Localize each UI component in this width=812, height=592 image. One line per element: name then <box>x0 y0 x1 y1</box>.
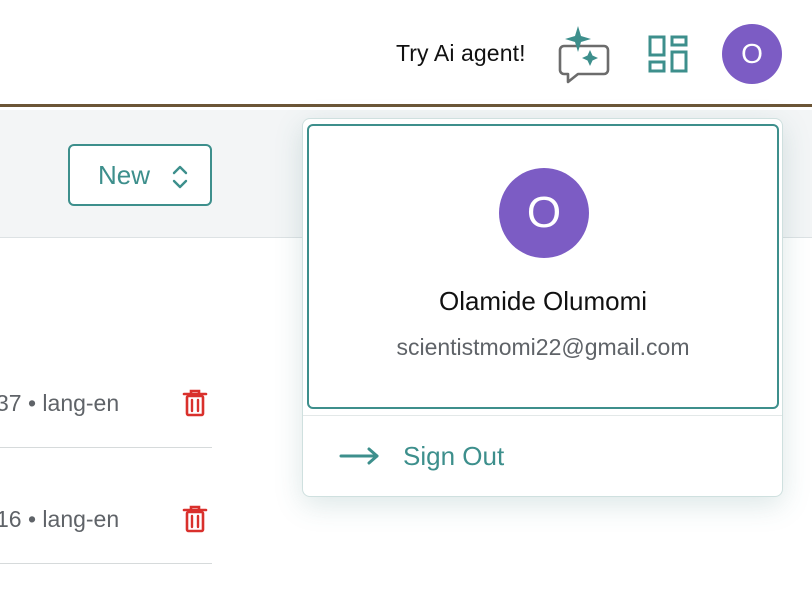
sort-select-value: New <box>98 160 151 190</box>
menu-divider <box>303 415 782 416</box>
list-item-meta: 16 • lang-en <box>0 506 120 532</box>
sort-select[interactable]: New <box>68 144 212 206</box>
profile-card: O Olamide Olumomi scientistmomi22@gmail.… <box>307 124 779 409</box>
profile-avatar: O <box>499 168 589 258</box>
trash-icon[interactable] <box>182 388 208 418</box>
try-ai-label[interactable]: Try Ai agent! <box>396 40 526 67</box>
list-item-meta: 37 • lang-en <box>0 390 120 416</box>
trash-icon[interactable] <box>182 504 208 534</box>
sign-out-label: Sign Out <box>403 441 505 471</box>
apps-grid-icon[interactable] <box>648 35 688 73</box>
profile-dropdown: O Olamide Olumomi scientistmomi22@gmail.… <box>302 118 783 497</box>
sign-out-button[interactable]: Sign Out <box>303 419 782 493</box>
profile-email: scientistmomi22@gmail.com <box>396 334 690 360</box>
profile-name: Olamide Olumomi <box>438 286 648 316</box>
ai-agent-icon[interactable] <box>556 24 612 84</box>
chevron-updown-icon <box>172 165 188 189</box>
arrow-right-icon <box>339 447 379 465</box>
top-header: Try Ai agent! O <box>0 0 812 107</box>
list-item[interactable]: 37 • lang-en <box>0 332 212 448</box>
list-item[interactable]: 16 • lang-en <box>0 448 212 564</box>
user-avatar-button[interactable]: O <box>722 24 782 84</box>
